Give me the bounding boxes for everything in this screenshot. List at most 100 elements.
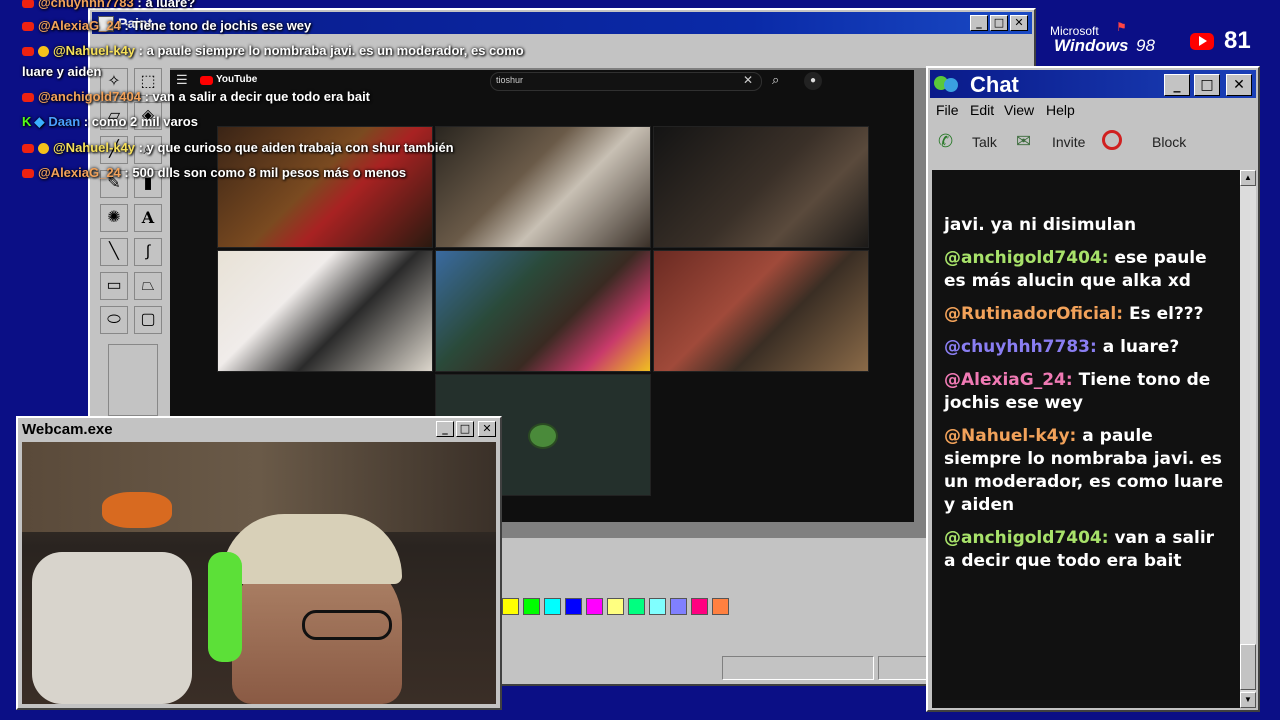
close-button[interactable]: ✕ xyxy=(1226,74,1252,96)
minimize-button[interactable]: _ xyxy=(970,15,988,31)
youtube-icon xyxy=(22,144,34,154)
platform-badge-icon: ◆ xyxy=(34,114,45,129)
scroll-thumb[interactable] xyxy=(1240,644,1256,690)
chat-username: @anchigold7404: xyxy=(944,528,1109,548)
airbrush-tool[interactable]: ✺ xyxy=(100,204,128,232)
overlay-chat-line: @anchigold7404 : van a salir a decir que… xyxy=(22,86,370,108)
chat-text: van a salir a decir que todo era bait xyxy=(152,89,371,104)
text-tool[interactable]: A xyxy=(134,204,162,232)
webcam-title: Webcam.exe xyxy=(22,421,113,438)
overlay-chat-line: @chuyhhh7783 : a luare? xyxy=(22,0,195,14)
rectangle-tool[interactable]: ▭ xyxy=(100,272,128,300)
chat-username: @Nahuel-k4y xyxy=(53,140,136,155)
video-tile[interactable] xyxy=(217,250,433,372)
palette-color[interactable] xyxy=(691,598,708,615)
overlay-chat-line: @Nahuel-k4y : a paule siempre lo nombrab… xyxy=(22,40,524,62)
webcam-titlebar[interactable]: Webcam.exe _ □ ✕ xyxy=(20,420,498,440)
search-icon[interactable]: ⌕ xyxy=(772,72,779,88)
minimize-button[interactable]: _ xyxy=(1164,74,1190,96)
webcam-window: Webcam.exe _ □ ✕ xyxy=(16,416,502,710)
status-cell xyxy=(722,656,874,680)
video-tile[interactable] xyxy=(435,126,651,248)
chat-username: Daan xyxy=(48,114,81,129)
palette-color[interactable] xyxy=(607,598,624,615)
invite-label: Invite xyxy=(1052,134,1086,150)
chat-message: @Nahuel-k4y: a paule siempre lo nombraba… xyxy=(944,425,1230,517)
palette-color[interactable] xyxy=(649,598,666,615)
palette-color[interactable] xyxy=(712,598,729,615)
version-text: 98 xyxy=(1136,36,1155,55)
chat-text: y que curioso que aiden trabaja con shur… xyxy=(146,140,454,155)
youtube-search-box[interactable]: tioshur ✕ xyxy=(490,72,762,91)
chat-titlebar[interactable]: Chat _ □ ✕ xyxy=(930,70,1256,98)
kick-icon: K xyxy=(22,114,32,129)
overlay-chat-line: @AlexiaG_24 : Tiene tono de jochis ese w… xyxy=(22,15,311,37)
chat-messages-list: javi. ya ni disimulan @anchigold7404: es… xyxy=(944,214,1230,583)
chat-message: javi. ya ni disimulan xyxy=(944,214,1230,237)
palette-color[interactable] xyxy=(670,598,687,615)
chat-scrollbar[interactable]: ▲ ▼ xyxy=(1240,170,1256,708)
overlay-chat-line: @AlexiaG_24 : 500 dlls son como 8 mil pe… xyxy=(22,162,406,184)
scroll-up-arrow-icon[interactable]: ▲ xyxy=(1240,170,1256,186)
ellipse-tool[interactable]: ⬭ xyxy=(100,306,128,334)
chat-text: Es el??? xyxy=(1128,304,1204,324)
member-badge-icon xyxy=(38,46,49,58)
menu-help[interactable]: Help xyxy=(1046,102,1075,118)
curve-tool[interactable]: ∫ xyxy=(134,238,162,266)
chat-message: @anchigold7404: ese paule es más alucin … xyxy=(944,247,1230,293)
search-input[interactable]: tioshur xyxy=(496,75,523,85)
youtube-logo[interactable]: YouTube xyxy=(216,74,257,85)
invite-button[interactable]: ✉ Invite xyxy=(1016,130,1106,156)
windows98-logo: Microsoft ⚑ Windows 98 xyxy=(1048,20,1170,56)
palette-color[interactable] xyxy=(565,598,582,615)
chat-text: javi. ya ni disimulan xyxy=(944,215,1137,235)
video-tile[interactable] xyxy=(435,250,651,372)
chat-message: @RutinadorOficial: Es el??? xyxy=(944,303,1230,326)
youtube-icon xyxy=(22,0,34,9)
video-tile[interactable] xyxy=(653,250,869,372)
minimize-button[interactable]: _ xyxy=(436,421,454,437)
youtube-icon xyxy=(1190,33,1214,50)
video-tile[interactable] xyxy=(653,126,869,248)
youtube-icon xyxy=(22,47,34,57)
maximize-button[interactable]: □ xyxy=(1194,74,1220,96)
close-button[interactable]: ✕ xyxy=(478,421,496,437)
block-icon xyxy=(1102,130,1122,150)
windows-flag-icon: ⚑ xyxy=(1116,20,1127,34)
chat-text: como 2 mil varos xyxy=(91,114,198,129)
scroll-down-arrow-icon[interactable]: ▼ xyxy=(1240,692,1256,708)
menu-edit[interactable]: Edit xyxy=(970,102,994,118)
line-tool[interactable]: ╲ xyxy=(100,238,128,266)
palette-color[interactable] xyxy=(523,598,540,615)
viewer-count-number: 81 xyxy=(1224,27,1251,54)
clear-icon[interactable]: ✕ xyxy=(743,73,753,87)
palette-color[interactable] xyxy=(586,598,603,615)
palette-color[interactable] xyxy=(544,598,561,615)
cap xyxy=(222,514,402,584)
tool-options-box[interactable] xyxy=(108,344,158,416)
maximize-button[interactable]: □ xyxy=(456,421,474,437)
maximize-button[interactable]: □ xyxy=(990,15,1008,31)
mic-icon[interactable]: ● xyxy=(804,72,822,90)
webcam-feed xyxy=(22,442,496,704)
chat-messages-pane[interactable]: javi. ya ni disimulan @anchigold7404: es… xyxy=(932,170,1240,708)
menu-file[interactable]: File xyxy=(936,102,959,118)
overlay-chat-line: luare y aiden xyxy=(22,61,101,83)
rounded-rect-tool[interactable]: ▢ xyxy=(134,306,162,334)
chat-message: @anchigold7404: van a salir a decir que … xyxy=(944,527,1230,573)
palette-color[interactable] xyxy=(502,598,519,615)
chat-username: @RutinadorOficial: xyxy=(944,304,1124,324)
youtube-icon xyxy=(22,169,34,179)
windows-text: Windows xyxy=(1054,36,1129,55)
close-button[interactable]: ✕ xyxy=(1010,15,1028,31)
block-button[interactable]: Block xyxy=(1102,130,1192,156)
palette-color[interactable] xyxy=(628,598,645,615)
chat-username: @Nahuel-k4y: xyxy=(944,426,1077,446)
chat-username: @anchigold7404: xyxy=(944,248,1109,268)
youtube-logo-icon xyxy=(200,76,213,85)
member-badge-icon xyxy=(38,143,49,155)
orange-decor xyxy=(102,492,172,528)
polygon-tool[interactable]: ⏢ xyxy=(134,272,162,300)
talk-label: Talk xyxy=(972,134,997,150)
menu-view[interactable]: View xyxy=(1004,102,1034,118)
